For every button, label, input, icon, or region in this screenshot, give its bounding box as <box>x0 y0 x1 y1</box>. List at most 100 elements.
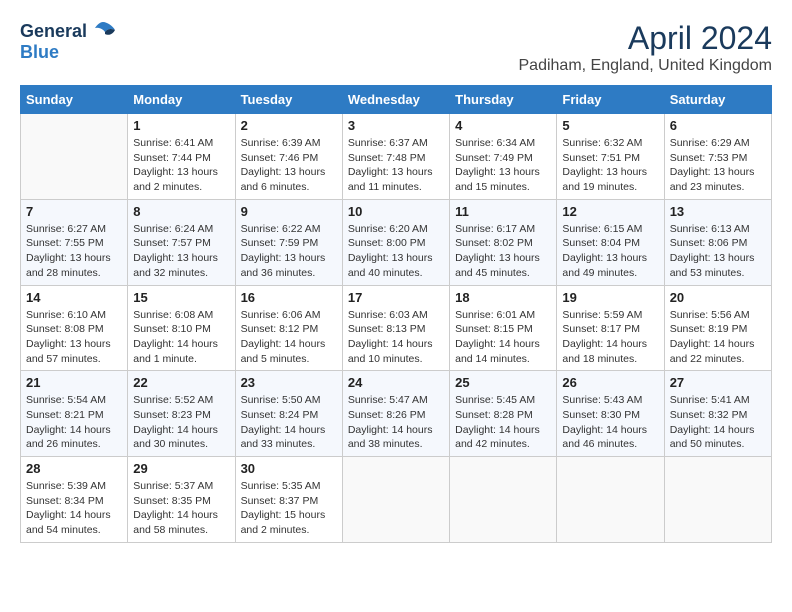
day-number: 16 <box>241 290 337 305</box>
logo: General Blue <box>20 20 117 63</box>
day-number: 24 <box>348 375 444 390</box>
day-header-sunday: Sunday <box>21 86 128 114</box>
calendar-cell: 10Sunrise: 6:20 AM Sunset: 8:00 PM Dayli… <box>342 199 449 285</box>
day-header-friday: Friday <box>557 86 664 114</box>
calendar-week-row: 14 Sunrise: 6:10 AM Sunset: 8:08 PM Dayli… <box>21 285 772 371</box>
logo-general-text: General <box>20 21 87 42</box>
calendar-location: Padiham, England, United Kingdom <box>519 57 773 75</box>
day-detail: Sunrise: 5:45 AM Sunset: 8:28 PM Dayligh… <box>455 393 551 452</box>
calendar-cell: 17Sunrise: 6:03 AM Sunset: 8:13 PM Dayli… <box>342 285 449 371</box>
day-detail: Sunrise: 5:56 AM Sunset: 8:19 PM Dayligh… <box>670 308 766 367</box>
day-number: 20 <box>670 290 766 305</box>
day-number: 7 <box>26 204 122 219</box>
day-number: 15 <box>133 290 229 305</box>
day-detail: Sunrise: 6:08 AM Sunset: 8:10 PM Dayligh… <box>133 308 229 367</box>
calendar-cell: 9 Sunrise: 6:22 AM Sunset: 7:59 PM Daylig… <box>235 199 342 285</box>
day-detail: Sunrise: 5:39 AM Sunset: 8:34 PM Dayligh… <box>26 479 122 538</box>
calendar-cell: 15 Sunrise: 6:08 AM Sunset: 8:10 PM Dayli… <box>128 285 235 371</box>
day-detail: Sunrise: 6:13 AM Sunset: 8:06 PM Dayligh… <box>670 222 766 281</box>
day-number: 2 <box>241 118 337 133</box>
day-number: 14 <box>26 290 122 305</box>
calendar-cell: 20 Sunrise: 5:56 AM Sunset: 8:19 PM Dayli… <box>664 285 771 371</box>
calendar-cell: 29 Sunrise: 5:37 AM Sunset: 8:35 PM Dayli… <box>128 457 235 543</box>
day-number: 11 <box>455 204 551 219</box>
day-number: 1 <box>133 118 229 133</box>
calendar-cell: 3 Sunrise: 6:37 AM Sunset: 7:48 PM Daylig… <box>342 114 449 200</box>
calendar-cell: 25Sunrise: 5:45 AM Sunset: 8:28 PM Dayli… <box>450 371 557 457</box>
calendar-cell <box>450 457 557 543</box>
day-detail: Sunrise: 6:17 AM Sunset: 8:02 PM Dayligh… <box>455 222 551 281</box>
day-number: 29 <box>133 461 229 476</box>
calendar-cell: 27 Sunrise: 5:41 AM Sunset: 8:32 PM Dayli… <box>664 371 771 457</box>
calendar-cell: 13 Sunrise: 6:13 AM Sunset: 8:06 PM Dayli… <box>664 199 771 285</box>
day-number: 6 <box>670 118 766 133</box>
logo-bird-icon <box>89 20 117 42</box>
day-detail: Sunrise: 6:32 AM Sunset: 7:51 PM Dayligh… <box>562 136 658 195</box>
calendar-cell: 28 Sunrise: 5:39 AM Sunset: 8:34 PM Dayli… <box>21 457 128 543</box>
day-number: 19 <box>562 290 658 305</box>
day-number: 28 <box>26 461 122 476</box>
day-detail: Sunrise: 5:41 AM Sunset: 8:32 PM Dayligh… <box>670 393 766 452</box>
day-number: 26 <box>562 375 658 390</box>
logo-blue-text: Blue <box>20 42 59 62</box>
day-detail: Sunrise: 6:41 AM Sunset: 7:44 PM Dayligh… <box>133 136 229 195</box>
calendar-title: April 2024 <box>519 20 773 57</box>
calendar-cell <box>664 457 771 543</box>
day-detail: Sunrise: 5:47 AM Sunset: 8:26 PM Dayligh… <box>348 393 444 452</box>
day-number: 9 <box>241 204 337 219</box>
calendar-cell: 5 Sunrise: 6:32 AM Sunset: 7:51 PM Daylig… <box>557 114 664 200</box>
calendar-cell: 21 Sunrise: 5:54 AM Sunset: 8:21 PM Dayli… <box>21 371 128 457</box>
day-number: 18 <box>455 290 551 305</box>
page-header: General Blue April 2024 Padiham, England… <box>20 20 772 75</box>
day-detail: Sunrise: 6:15 AM Sunset: 8:04 PM Dayligh… <box>562 222 658 281</box>
calendar-cell: 24 Sunrise: 5:47 AM Sunset: 8:26 PM Dayli… <box>342 371 449 457</box>
calendar-cell: 18 Sunrise: 6:01 AM Sunset: 8:15 PM Dayli… <box>450 285 557 371</box>
day-detail: Sunrise: 6:03 AM Sunset: 8:13 PM Dayligh… <box>348 308 444 367</box>
day-number: 5 <box>562 118 658 133</box>
day-detail: Sunrise: 6:29 AM Sunset: 7:53 PM Dayligh… <box>670 136 766 195</box>
day-header-wednesday: Wednesday <box>342 86 449 114</box>
calendar-cell: 4Sunrise: 6:34 AM Sunset: 7:49 PM Daylig… <box>450 114 557 200</box>
calendar-table: SundayMondayTuesdayWednesdayThursdayFrid… <box>20 85 772 543</box>
calendar-week-row: 21 Sunrise: 5:54 AM Sunset: 8:21 PM Dayli… <box>21 371 772 457</box>
day-number: 22 <box>133 375 229 390</box>
calendar-cell: 11 Sunrise: 6:17 AM Sunset: 8:02 PM Dayli… <box>450 199 557 285</box>
day-detail: Sunrise: 6:01 AM Sunset: 8:15 PM Dayligh… <box>455 308 551 367</box>
day-detail: Sunrise: 5:59 AM Sunset: 8:17 PM Dayligh… <box>562 308 658 367</box>
day-detail: Sunrise: 5:43 AM Sunset: 8:30 PM Dayligh… <box>562 393 658 452</box>
day-header-saturday: Saturday <box>664 86 771 114</box>
day-header-tuesday: Tuesday <box>235 86 342 114</box>
day-detail: Sunrise: 6:37 AM Sunset: 7:48 PM Dayligh… <box>348 136 444 195</box>
calendar-cell: 22 Sunrise: 5:52 AM Sunset: 8:23 PM Dayli… <box>128 371 235 457</box>
day-number: 13 <box>670 204 766 219</box>
calendar-cell: 2 Sunrise: 6:39 AM Sunset: 7:46 PM Daylig… <box>235 114 342 200</box>
day-number: 12 <box>562 204 658 219</box>
calendar-cell: 30Sunrise: 5:35 AM Sunset: 8:37 PM Dayli… <box>235 457 342 543</box>
title-block: April 2024 Padiham, England, United King… <box>519 20 773 75</box>
calendar-week-row: 1 Sunrise: 6:41 AM Sunset: 7:44 PM Daylig… <box>21 114 772 200</box>
calendar-cell: 12 Sunrise: 6:15 AM Sunset: 8:04 PM Dayli… <box>557 199 664 285</box>
day-number: 27 <box>670 375 766 390</box>
calendar-cell: 16 Sunrise: 6:06 AM Sunset: 8:12 PM Dayli… <box>235 285 342 371</box>
day-number: 3 <box>348 118 444 133</box>
calendar-cell: 6 Sunrise: 6:29 AM Sunset: 7:53 PM Daylig… <box>664 114 771 200</box>
day-detail: Sunrise: 6:24 AM Sunset: 7:57 PM Dayligh… <box>133 222 229 281</box>
calendar-cell: 7Sunrise: 6:27 AM Sunset: 7:55 PM Daylig… <box>21 199 128 285</box>
calendar-header-row: SundayMondayTuesdayWednesdayThursdayFrid… <box>21 86 772 114</box>
calendar-cell: 19 Sunrise: 5:59 AM Sunset: 8:17 PM Dayli… <box>557 285 664 371</box>
day-detail: Sunrise: 6:22 AM Sunset: 7:59 PM Dayligh… <box>241 222 337 281</box>
day-detail: Sunrise: 5:52 AM Sunset: 8:23 PM Dayligh… <box>133 393 229 452</box>
day-detail: Sunrise: 6:10 AM Sunset: 8:08 PM Dayligh… <box>26 308 122 367</box>
calendar-body: 1 Sunrise: 6:41 AM Sunset: 7:44 PM Daylig… <box>21 114 772 543</box>
day-detail: Sunrise: 5:37 AM Sunset: 8:35 PM Dayligh… <box>133 479 229 538</box>
calendar-cell: 1 Sunrise: 6:41 AM Sunset: 7:44 PM Daylig… <box>128 114 235 200</box>
day-detail: Sunrise: 5:54 AM Sunset: 8:21 PM Dayligh… <box>26 393 122 452</box>
calendar-week-row: 28 Sunrise: 5:39 AM Sunset: 8:34 PM Dayli… <box>21 457 772 543</box>
calendar-cell <box>557 457 664 543</box>
day-detail: Sunrise: 6:06 AM Sunset: 8:12 PM Dayligh… <box>241 308 337 367</box>
day-header-monday: Monday <box>128 86 235 114</box>
day-number: 21 <box>26 375 122 390</box>
calendar-cell <box>342 457 449 543</box>
day-header-thursday: Thursday <box>450 86 557 114</box>
day-detail: Sunrise: 6:39 AM Sunset: 7:46 PM Dayligh… <box>241 136 337 195</box>
